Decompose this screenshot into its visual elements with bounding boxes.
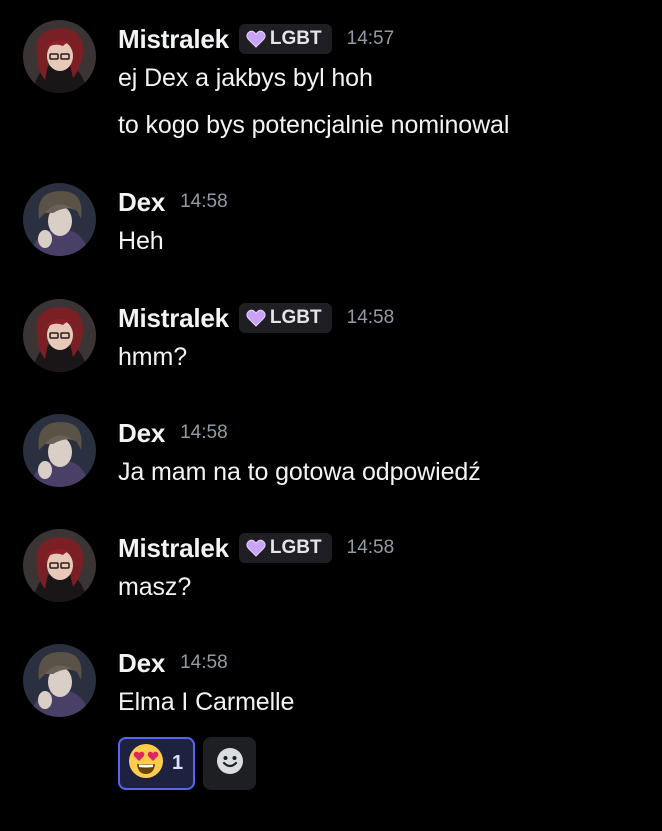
message-text: Heh bbox=[118, 227, 164, 255]
avatar-dex[interactable] bbox=[23, 644, 96, 717]
message-text: Ja mam na to gotowa odpowiedź bbox=[118, 458, 481, 486]
server-tag-label: LGBT bbox=[269, 537, 322, 558]
server-tag[interactable]: LGBT bbox=[238, 533, 332, 563]
timestamp: 14:58 bbox=[180, 422, 228, 443]
server-tag[interactable]: LGBT bbox=[238, 303, 332, 333]
author-name[interactable]: Dex bbox=[118, 418, 165, 449]
purple-heart-icon bbox=[246, 539, 266, 557]
server-tag-label: LGBT bbox=[269, 28, 322, 49]
message-header: Mistralek LGBT 14:57 bbox=[118, 22, 394, 56]
avatar-mistralek[interactable] bbox=[23, 20, 96, 93]
heart-eyes-emoji-icon bbox=[128, 743, 164, 784]
message-header: Mistralek LGBT 14:58 bbox=[118, 301, 394, 335]
message-text: Elma I Carmelle bbox=[118, 688, 295, 716]
chat-message-list: Mistralek LGBT 14:57 ej Dex a jakbys byl… bbox=[0, 0, 662, 831]
purple-heart-icon bbox=[246, 309, 266, 327]
message-header: Dex 14:58 bbox=[118, 185, 228, 219]
author-name[interactable]: Dex bbox=[118, 187, 165, 218]
avatar-mistralek[interactable] bbox=[23, 299, 96, 372]
server-tag[interactable]: LGBT bbox=[238, 24, 332, 54]
purple-heart-icon bbox=[246, 30, 266, 48]
author-name[interactable]: Mistralek bbox=[118, 24, 229, 55]
smiley-add-reaction-icon bbox=[216, 747, 244, 780]
timestamp: 14:58 bbox=[346, 307, 395, 328]
timestamp: 14:58 bbox=[346, 537, 395, 558]
message-text: hmm? bbox=[118, 343, 188, 371]
timestamp: 14:57 bbox=[346, 28, 395, 49]
message-text: masz? bbox=[118, 573, 192, 601]
reaction-heart-eyes[interactable]: 1 bbox=[118, 737, 195, 790]
message-header: Dex 14:58 bbox=[118, 646, 228, 680]
avatar-dex[interactable] bbox=[23, 414, 96, 487]
message-text: ej Dex a jakbys byl hoh bbox=[118, 64, 373, 92]
avatar-dex[interactable] bbox=[23, 183, 96, 256]
reaction-count: 1 bbox=[172, 752, 184, 774]
author-name[interactable]: Dex bbox=[118, 648, 165, 679]
avatar-mistralek[interactable] bbox=[23, 529, 96, 602]
timestamp: 14:58 bbox=[180, 191, 228, 212]
message-header: Mistralek LGBT 14:58 bbox=[118, 531, 394, 565]
timestamp: 14:58 bbox=[180, 652, 228, 673]
message-text: to kogo bys potencjalnie nominowal bbox=[118, 111, 510, 139]
server-tag-label: LGBT bbox=[269, 307, 322, 328]
message-header: Dex 14:58 bbox=[118, 416, 228, 450]
author-name[interactable]: Mistralek bbox=[118, 303, 229, 334]
reaction-bar: 1 bbox=[118, 737, 256, 790]
add-reaction-button[interactable] bbox=[203, 737, 256, 790]
author-name[interactable]: Mistralek bbox=[118, 533, 229, 564]
